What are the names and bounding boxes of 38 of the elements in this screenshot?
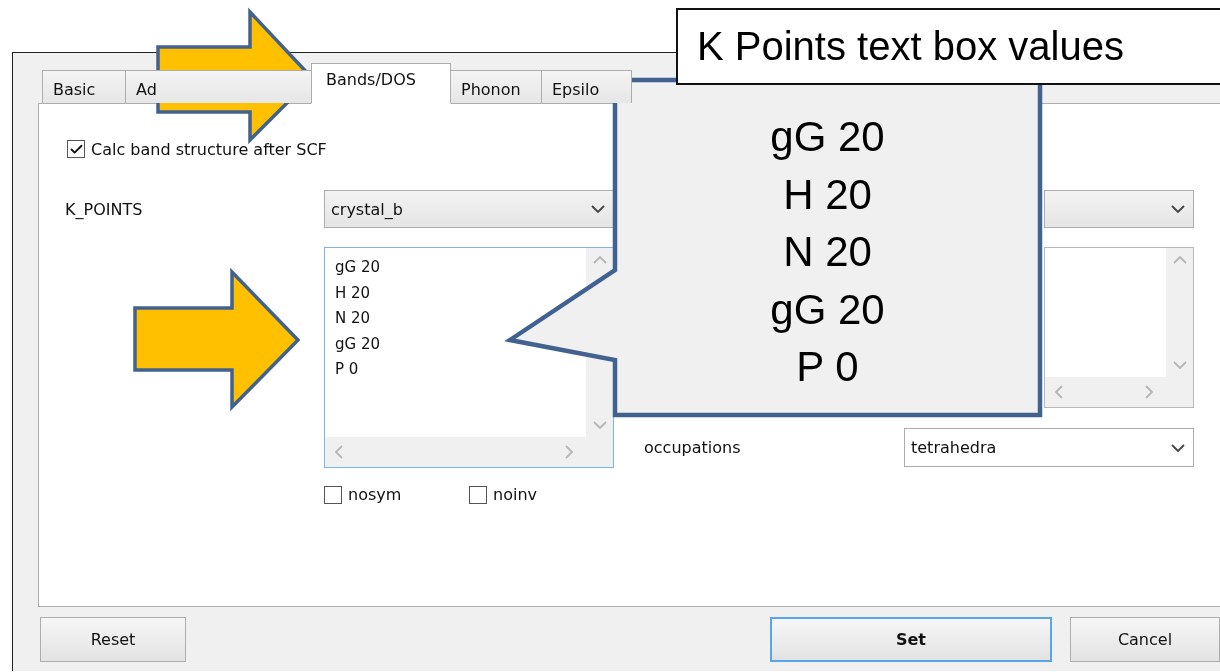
callout-text: N 20 [783, 227, 872, 277]
dialog-button[interactable]: Set [770, 617, 1052, 662]
chevron-down-icon [591, 205, 605, 213]
tab[interactable]: Basic [42, 70, 126, 103]
checkbox[interactable] [67, 140, 85, 158]
scroll-right-icon[interactable] [565, 445, 573, 459]
scroll-up-icon[interactable] [1172, 256, 1187, 264]
scroll-left-icon[interactable] [1055, 385, 1063, 399]
field-label: K_POINTS [65, 199, 144, 219]
scroll-down-icon[interactable] [592, 421, 607, 429]
callout-text: gG 20 [770, 284, 885, 335]
field-label: occupations [644, 438, 742, 457]
tab[interactable]: Ad [125, 70, 312, 103]
checkbox-label: noinv [493, 485, 537, 504]
checkbox[interactable] [469, 485, 487, 504]
callout-text: P 0 [796, 342, 859, 392]
checkbox-label: nosym [348, 485, 402, 504]
callout-text: H 20 [783, 169, 872, 220]
dropdown[interactable]: crystal_b [324, 190, 614, 228]
chevron-down-icon [1171, 205, 1185, 213]
scroll-down-icon[interactable] [1172, 361, 1187, 369]
tab[interactable]: Bands/DOS [311, 63, 451, 104]
checkbox[interactable] [324, 485, 342, 504]
checkbox-label: Calc band structure after SCF [91, 139, 327, 159]
tab[interactable]: Phonon [450, 70, 542, 103]
dialog-button[interactable]: Cancel [1070, 617, 1220, 662]
scroll-right-icon[interactable] [1145, 385, 1153, 399]
text-input[interactable] [1045, 248, 1166, 377]
scroll-left-icon[interactable] [335, 445, 343, 459]
tab[interactable]: Epsilo [541, 70, 632, 103]
dropdown[interactable]: tetrahedra [904, 428, 1194, 467]
chevron-down-icon [1171, 443, 1185, 452]
callout-text: gG 20 [770, 112, 885, 162]
kpoints-input[interactable]: gG 20 H 20 N 20 gG 20 P 0 [325, 248, 586, 437]
scroll-up-icon[interactable] [592, 256, 607, 264]
annotation-title: K Points text box values [676, 8, 1220, 85]
dropdown[interactable] [1044, 190, 1194, 228]
dialog-button[interactable]: Reset [40, 617, 186, 662]
